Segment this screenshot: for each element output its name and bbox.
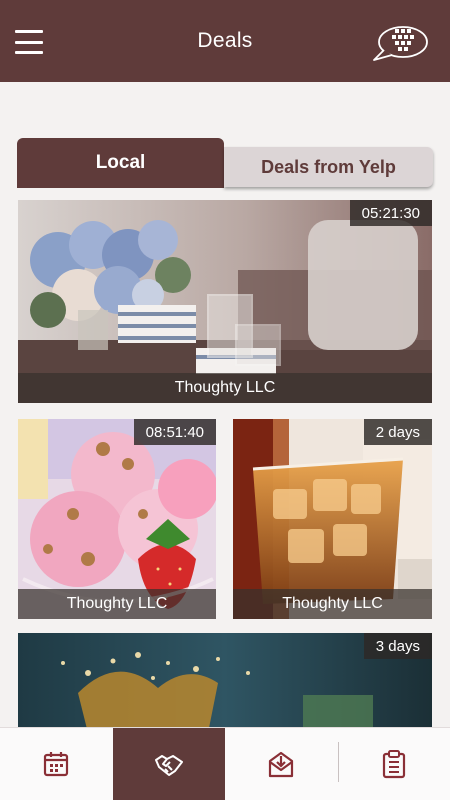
bottom-nav bbox=[0, 727, 450, 800]
deal-card[interactable]: 08:51:40 Thoughty LLC bbox=[18, 419, 216, 619]
deal-source-tabs: Local Deals from Yelp bbox=[17, 138, 433, 188]
deal-countdown: 05:21:30 bbox=[349, 200, 432, 226]
chat-bubble-icon[interactable] bbox=[370, 20, 432, 64]
envelope-download-icon bbox=[269, 751, 294, 778]
deal-countdown: 3 days bbox=[363, 633, 432, 659]
hamburger-menu-icon[interactable] bbox=[15, 30, 43, 54]
deal-merchant-name: Thoughty LLC bbox=[18, 373, 432, 403]
deal-merchant-name: Thoughty LLC bbox=[18, 589, 216, 619]
deal-card[interactable]: 2 days Thoughty LLC bbox=[233, 419, 432, 619]
deal-merchant-name: Thoughty LLC bbox=[233, 589, 432, 619]
nav-calendar[interactable] bbox=[0, 728, 113, 800]
handshake-icon bbox=[154, 755, 183, 776]
deal-card[interactable]: 3 days bbox=[18, 633, 432, 733]
deal-card[interactable]: 05:21:30 Thoughty LLC bbox=[18, 200, 432, 403]
nav-deals[interactable] bbox=[112, 728, 225, 800]
tab-local[interactable]: Local bbox=[17, 138, 224, 188]
deal-countdown: 2 days bbox=[363, 419, 432, 445]
app-header: Deals bbox=[0, 0, 450, 82]
page-title: Deals bbox=[197, 29, 253, 52]
tab-deals-from-yelp[interactable]: Deals from Yelp bbox=[224, 147, 433, 187]
calendar-icon bbox=[44, 752, 69, 777]
deal-countdown: 08:51:40 bbox=[133, 419, 216, 445]
nav-clipboard[interactable] bbox=[337, 728, 450, 800]
clipboard-list-icon bbox=[382, 750, 405, 779]
nav-inbox[interactable] bbox=[225, 728, 338, 800]
nav-divider bbox=[337, 742, 339, 782]
